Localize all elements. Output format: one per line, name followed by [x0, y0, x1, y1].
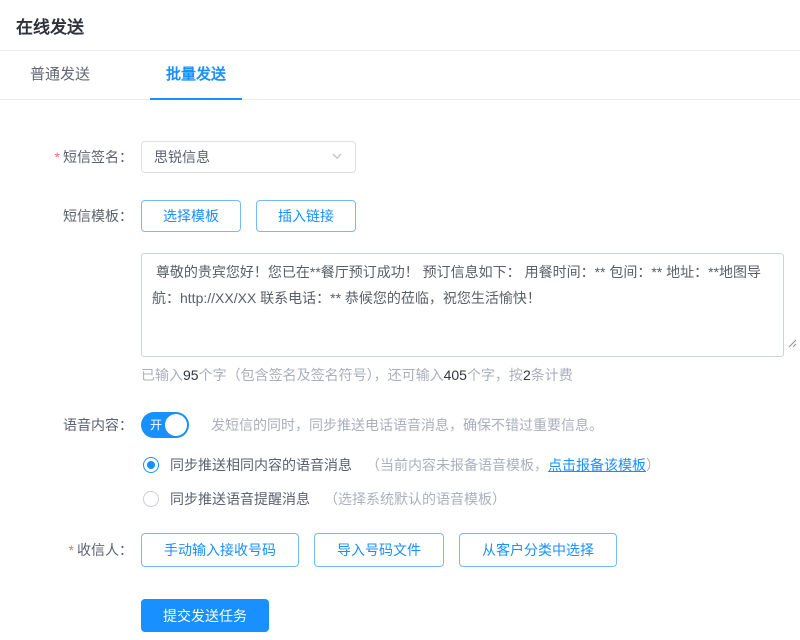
hint-suffix: ）	[646, 457, 660, 473]
signature-select[interactable]: 思锐信息	[141, 141, 356, 173]
voice-description: 发短信的同时，同步推送电话语音消息，确保不错过重要信息。	[211, 415, 603, 435]
tab-normal-send[interactable]: 普通发送	[14, 51, 106, 100]
manual-input-numbers-button[interactable]: 手动输入接收号码	[141, 533, 299, 567]
voice-option-same-content: 同步推送相同内容的语音消息 （当前内容未报备语音模板，点击报备该模板）	[143, 455, 800, 475]
template-row: 短信模板： 选择模板 插入链接	[0, 200, 800, 232]
voice-toggle-state: 开	[150, 412, 162, 438]
message-textarea[interactable]: 尊敬的贵宾您好！您已在**餐厅预订成功！ 预订信息如下： 用餐时间：** 包间：…	[141, 253, 784, 357]
recipients-label-text: 收信人：	[77, 542, 133, 558]
tab-batch-send[interactable]: 批量发送	[150, 51, 242, 100]
counter-part2: 个字（包含签名及签名符号），还可输入	[199, 367, 444, 383]
hint-prefix: （当前内容未报备语音模板，	[366, 457, 548, 473]
char-counter: 已输入95个字（包含签名及签名符号），还可输入405个字，按2条计费	[141, 365, 800, 385]
select-template-button[interactable]: 选择模板	[141, 200, 241, 232]
radio-unselected-icon[interactable]	[143, 491, 159, 507]
tab-bar: 普通发送 批量发送	[0, 51, 800, 100]
voice-option1-label[interactable]: 同步推送相同内容的语音消息	[170, 455, 352, 475]
radio-selected-icon[interactable]	[143, 457, 159, 473]
toggle-knob	[165, 414, 187, 436]
counter-part4: 条计费	[531, 367, 573, 383]
signature-label-text: 短信签名：	[63, 149, 133, 165]
chevron-down-icon	[331, 149, 343, 165]
template-label: 短信模板：	[0, 206, 133, 226]
required-marker: *	[69, 542, 74, 558]
entered-count: 95	[183, 367, 199, 383]
signature-row: *短信签名： 思锐信息	[0, 141, 800, 173]
voice-row: 语音内容： 开 发短信的同时，同步推送电话语音消息，确保不错过重要信息。	[0, 412, 800, 438]
submit-row: 提交发送任务	[141, 599, 800, 632]
signature-label: *短信签名：	[0, 147, 133, 167]
report-template-link[interactable]: 点击报备该模板	[548, 457, 646, 473]
counter-part1: 已输入	[141, 367, 183, 383]
counter-part3: 个字，按	[467, 367, 523, 383]
required-marker: *	[55, 149, 60, 165]
import-number-file-button[interactable]: 导入号码文件	[314, 533, 444, 567]
recipients-row: *收信人： 手动输入接收号码 导入号码文件 从客户分类中选择	[0, 533, 800, 567]
page-header: 在线发送	[0, 0, 800, 51]
billing-count: 2	[523, 367, 531, 383]
page-title: 在线发送	[16, 13, 784, 38]
voice-toggle[interactable]: 开	[141, 412, 189, 438]
submit-send-task-button[interactable]: 提交发送任务	[141, 599, 269, 632]
voice-option2-label[interactable]: 同步推送语音提醒消息	[170, 489, 310, 509]
voice-option1-hint: （当前内容未报备语音模板，点击报备该模板）	[366, 455, 660, 475]
voice-option-reminder: 同步推送语音提醒消息 （选择系统默认的语音模板）	[143, 489, 800, 509]
voice-label: 语音内容：	[0, 415, 133, 435]
batch-send-form: *短信签名： 思锐信息 短信模板： 选择模板 插入链接 尊敬的贵宾您好！您已在*…	[0, 100, 800, 632]
message-textarea-wrap: 尊敬的贵宾您好！您已在**餐厅预订成功！ 预订信息如下： 用餐时间：** 包间：…	[141, 253, 800, 357]
signature-select-value: 思锐信息	[154, 147, 210, 167]
insert-link-button[interactable]: 插入链接	[256, 200, 356, 232]
select-from-category-button[interactable]: 从客户分类中选择	[459, 533, 617, 567]
resize-handle-icon[interactable]	[787, 335, 797, 353]
remaining-count: 405	[444, 367, 467, 383]
recipients-label: *收信人：	[0, 540, 133, 560]
voice-option2-hint: （选择系统默认的语音模板）	[324, 489, 506, 509]
